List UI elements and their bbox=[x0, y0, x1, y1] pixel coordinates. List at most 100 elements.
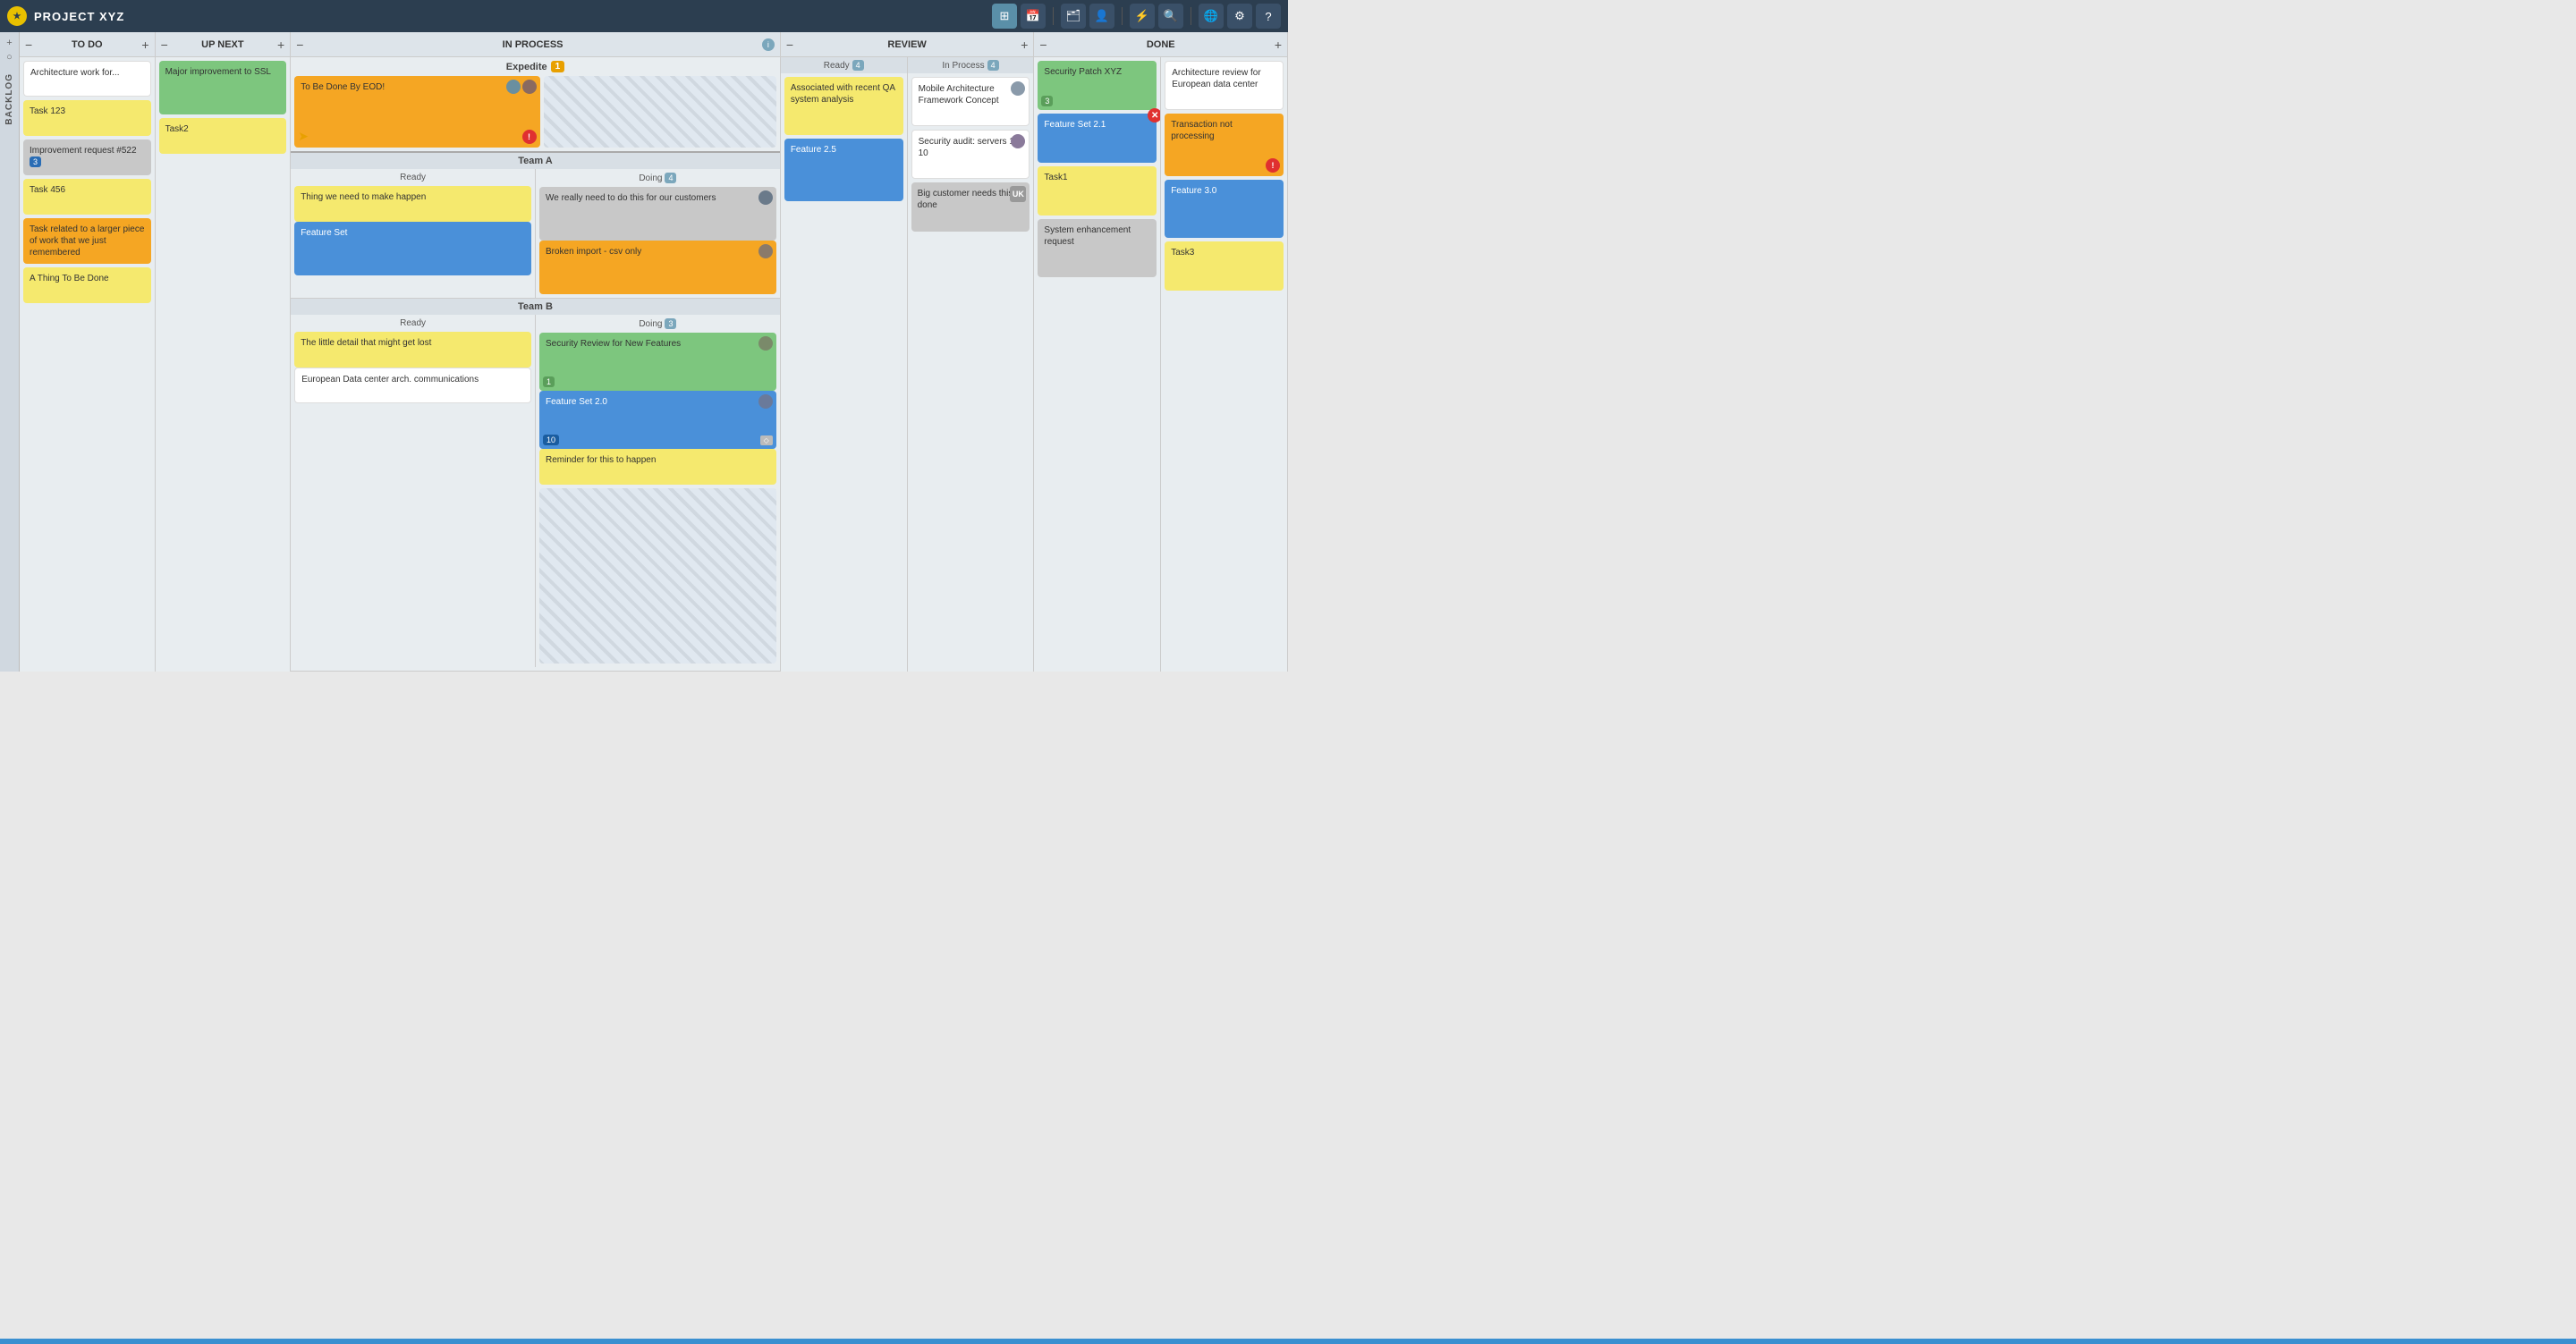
card-feature-set-2-text: Feature Set 2.0 bbox=[546, 397, 607, 407]
settings-icon[interactable]: ⚙ bbox=[1227, 4, 1252, 29]
avatar-feature bbox=[758, 394, 773, 409]
card-security-review-text: Security Review for New Features bbox=[546, 339, 681, 349]
done-collapse-btn[interactable]: − bbox=[1039, 38, 1046, 51]
avatar-mobile-img bbox=[1011, 81, 1025, 96]
card-system-enhance[interactable]: System enhancement request bbox=[1038, 219, 1157, 277]
inprocess-collapse-btn[interactable]: − bbox=[296, 38, 303, 51]
expedite-header: Expedite 1 bbox=[294, 61, 776, 72]
team-a-header: Team A bbox=[291, 153, 780, 169]
review-ready-col: Ready 4 Associated with recent QA system… bbox=[781, 57, 908, 672]
review-ready-body: Associated with recent QA system analysi… bbox=[781, 73, 907, 672]
priority-icon: ! bbox=[522, 130, 537, 144]
upnext-title: UP NEXT bbox=[172, 39, 274, 50]
card-task1[interactable]: Task1 bbox=[1038, 166, 1157, 216]
backlog-label: BACKLOG bbox=[4, 73, 14, 125]
progress-bar bbox=[0, 1339, 2576, 1344]
card-associated-text: Associated with recent QA system analysi… bbox=[791, 83, 895, 105]
card-european[interactable]: European Data center arch. communication… bbox=[294, 368, 531, 403]
close-icon[interactable]: ✕ bbox=[1148, 108, 1160, 123]
board: + ○ BACKLOG − TO DO + Architecture work … bbox=[0, 32, 1288, 672]
inprocess-header: − IN PROCESS i bbox=[291, 32, 780, 57]
team-b-ready: Ready The little detail that might get l… bbox=[291, 315, 536, 667]
card-broken-import-text: Broken import - csv only bbox=[546, 247, 641, 257]
card-feature-set-a-text: Feature Set bbox=[301, 228, 347, 238]
review-header: − REVIEW + bbox=[781, 32, 1034, 57]
card-task-orange[interactable]: Task related to a larger piece of work t… bbox=[23, 218, 151, 264]
card-arch-review[interactable]: Architecture review for European data ce… bbox=[1165, 61, 1284, 110]
plus-icon[interactable]: + bbox=[6, 38, 12, 48]
upnext-collapse-btn[interactable]: − bbox=[161, 38, 168, 51]
team-b-ready-header: Ready bbox=[294, 318, 531, 328]
card-security-patch[interactable]: Security Patch XYZ 3 bbox=[1038, 61, 1157, 110]
done-left-body: Security Patch XYZ 3 Feature Set 2.1 ✕ T… bbox=[1034, 57, 1160, 672]
card-broken-import[interactable]: Broken import - csv only bbox=[539, 241, 776, 294]
done-header: − DONE + bbox=[1034, 32, 1287, 57]
card-transaction[interactable]: Transaction not processing ! bbox=[1165, 114, 1284, 176]
card-eod[interactable]: To Be Done By EOD! ➤ ! bbox=[294, 76, 539, 148]
todo-add-btn[interactable]: + bbox=[141, 38, 148, 51]
card-associated[interactable]: Associated with recent QA system analysi… bbox=[784, 77, 903, 135]
board-view-icon[interactable]: ⊞ bbox=[992, 4, 1017, 29]
upnext-add-btn[interactable]: + bbox=[277, 38, 284, 51]
avatar1 bbox=[506, 80, 521, 94]
feature-badge: 10 bbox=[543, 435, 559, 445]
card-security-review[interactable]: Security Review for New Features 1 bbox=[539, 333, 776, 391]
calendar-icon[interactable]: 📅 bbox=[1021, 4, 1046, 29]
review-inprocess-label: In Process bbox=[942, 61, 984, 71]
review-collapse-btn[interactable]: − bbox=[786, 38, 793, 51]
search-icon[interactable]: 🔍 bbox=[1158, 4, 1183, 29]
card-reminder[interactable]: Reminder for this to happen bbox=[539, 449, 776, 485]
todo-body: Architecture work for... Task 123 Improv… bbox=[20, 57, 155, 672]
globe-icon[interactable]: 🌐 bbox=[1199, 4, 1224, 29]
card-task456[interactable]: Task 456 bbox=[23, 179, 151, 215]
card-task2[interactable]: Task2 bbox=[159, 118, 287, 154]
inprocess-info-icon[interactable]: i bbox=[762, 38, 775, 51]
todo-title: TO DO bbox=[36, 39, 138, 50]
card-arch-work[interactable]: Architecture work for... bbox=[23, 61, 151, 97]
review-inprocess-count: 4 bbox=[987, 60, 999, 71]
card-little-detail[interactable]: The little detail that might get lost bbox=[294, 332, 531, 368]
backlog-sidebar: + ○ BACKLOG bbox=[0, 32, 20, 672]
review-add-btn[interactable]: + bbox=[1021, 38, 1028, 51]
separator bbox=[1053, 7, 1054, 25]
team-a-ready-header: Ready bbox=[294, 173, 531, 182]
avatar-mobile bbox=[1011, 81, 1025, 96]
files-icon[interactable]: 🗂 bbox=[1061, 4, 1086, 29]
card-improvement[interactable]: Improvement request #522 3 bbox=[23, 139, 151, 175]
card-european-text: European Data center arch. communication… bbox=[301, 375, 479, 385]
card-feature30-text: Feature 3.0 bbox=[1171, 186, 1216, 196]
card-feature30[interactable]: Feature 3.0 bbox=[1165, 180, 1284, 238]
team-b-header: Team B bbox=[291, 299, 780, 315]
card-ssl[interactable]: Major improvement to SSL bbox=[159, 61, 287, 114]
card-task123[interactable]: Task 123 bbox=[23, 100, 151, 136]
card-feature25[interactable]: Feature 2.5 bbox=[784, 139, 903, 201]
card-thing-to-be-done[interactable]: A Thing To Be Done bbox=[23, 267, 151, 303]
project-title: PROJECT XYZ bbox=[34, 10, 124, 23]
card-task3[interactable]: Task3 bbox=[1165, 241, 1284, 291]
eod-avatars bbox=[506, 80, 537, 94]
card-big-customer[interactable]: Big customer needs this done UK bbox=[911, 182, 1030, 232]
team-b-doing-header: Doing 3 bbox=[539, 318, 776, 329]
card-feature-set-a[interactable]: Feature Set bbox=[294, 222, 531, 275]
users-icon[interactable]: 👤 bbox=[1089, 4, 1114, 29]
card-thing-make[interactable]: Thing we need to make happen bbox=[294, 186, 531, 222]
done-body: Security Patch XYZ 3 Feature Set 2.1 ✕ T… bbox=[1034, 57, 1287, 672]
card-really-need-text: We really need to do this for our custom… bbox=[546, 193, 716, 203]
team-a-section: Team A Ready Thing we need to make happe… bbox=[291, 153, 780, 299]
card-arch-review-text: Architecture review for European data ce… bbox=[1172, 68, 1260, 89]
card-feature-set-2[interactable]: Feature Set 2.0 10 ◇ bbox=[539, 391, 776, 449]
header-right: ⊞ 📅 🗂 👤 ⚡ 🔍 🌐 ⚙ ? bbox=[992, 4, 1281, 29]
card-task3-text: Task3 bbox=[1171, 248, 1194, 258]
card-task1-text: Task1 bbox=[1044, 173, 1067, 182]
team-b-section: Team B Ready The little detail that migh… bbox=[291, 299, 780, 672]
card-mobile-arch[interactable]: Mobile Architecture Framework Concept bbox=[911, 77, 1030, 126]
todo-collapse-btn[interactable]: − bbox=[25, 38, 32, 51]
card-feature-set21[interactable]: Feature Set 2.1 ✕ bbox=[1038, 114, 1157, 163]
done-add-btn[interactable]: + bbox=[1275, 38, 1282, 51]
card-task-orange-text: Task related to a larger piece of work t… bbox=[30, 224, 144, 258]
filter-icon[interactable]: ⚡ bbox=[1130, 4, 1155, 29]
team-a-doing-header: Doing 4 bbox=[539, 173, 776, 183]
card-really-need[interactable]: We really need to do this for our custom… bbox=[539, 187, 776, 241]
help-icon[interactable]: ? bbox=[1256, 4, 1281, 29]
card-security-audit[interactable]: Security audit: servers 1-10 bbox=[911, 130, 1030, 179]
